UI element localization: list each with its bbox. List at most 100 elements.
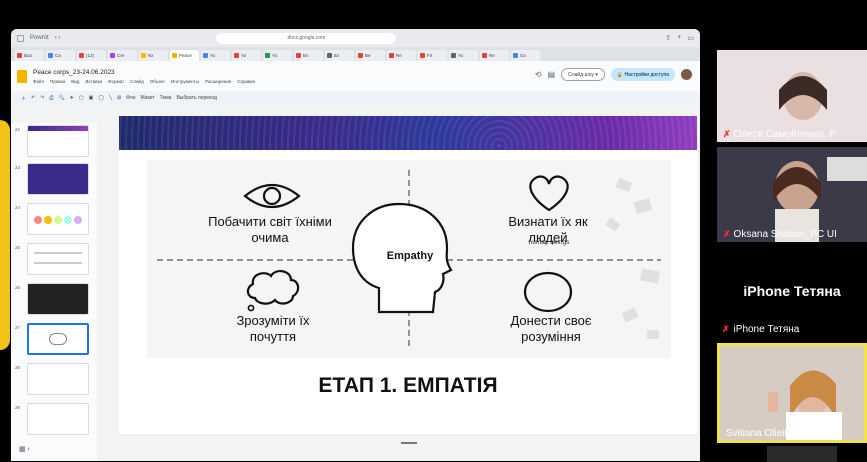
document-title[interactable]: Peace corps_23-24.06.2023 <box>33 69 255 76</box>
browser-tab[interactable]: Be <box>356 50 385 61</box>
browser-tab[interactable]: Ex <box>325 50 354 61</box>
menu-item[interactable]: Вставка <box>85 79 102 84</box>
tab-favicon-icon <box>451 53 456 58</box>
browser-tab[interactable]: Nx <box>139 50 168 61</box>
browser-tab[interactable]: Fir <box>418 50 447 61</box>
menu-item[interactable]: Файл <box>33 79 44 84</box>
tab-label: En <box>303 53 309 58</box>
share-label: Настройки доступа <box>624 71 669 78</box>
participant-tile-4-active-speaker[interactable]: Svitiana Olieinikova <box>717 343 867 443</box>
participant-video <box>720 346 864 440</box>
toolbar-transition[interactable]: Выбрать переход <box>176 95 217 101</box>
browser-tab[interactable]: Yo <box>263 50 292 61</box>
menu-item[interactable]: Объект <box>150 79 165 84</box>
slides-header: Peace corps_23-24.06.2023 Файл Правка Вид В… <box>11 61 700 91</box>
tab-favicon-icon <box>482 53 487 58</box>
menu-item[interactable]: Слайд <box>130 79 144 84</box>
zoom-icon[interactable]: 🔍 <box>58 95 64 101</box>
thumb-number: 25 <box>15 245 21 250</box>
participant-name: Svitiana Olieinikova <box>726 428 813 439</box>
side-decoration <box>0 120 10 350</box>
account-avatar[interactable] <box>681 69 692 80</box>
tab-label: Yo <box>272 53 278 58</box>
grid-view-icon[interactable]: ▦ ‹ <box>19 445 30 453</box>
tab-label: Cre <box>117 53 125 58</box>
sidebar-toggle-icon[interactable] <box>17 34 24 42</box>
address-bar[interactable]: docs.google.com <box>216 32 397 44</box>
tab-favicon-icon <box>110 53 115 58</box>
shape-icon[interactable]: ◯ <box>98 95 104 101</box>
toolbar-layout[interactable]: Макет <box>141 95 155 101</box>
thumb-29[interactable]: 29 <box>15 403 95 437</box>
tab-label: Nx <box>148 53 154 58</box>
browser-tab[interactable]: Boo <box>15 50 44 61</box>
browser-tab[interactable]: Cre <box>108 50 137 61</box>
mic-off-icon: ✗ <box>723 129 731 139</box>
add-slide-icon[interactable]: ＋ <box>21 95 26 102</box>
thumb-27[interactable]: 27 <box>15 323 95 357</box>
participant-tile-1[interactable]: ✗ Олеся Самойленко, Р <box>717 50 867 142</box>
image-icon[interactable]: ▣ <box>89 95 94 101</box>
back-tab-label[interactable]: Powrót <box>30 35 49 41</box>
browser-tab[interactable]: (12) <box>77 50 106 61</box>
quadrant-recognize-overlay: human beings <box>528 239 570 246</box>
slides-logo-icon[interactable] <box>17 69 27 83</box>
nav-arrows-icon[interactable]: ‹ › <box>55 35 61 41</box>
tab-favicon-icon <box>420 53 425 58</box>
browser-tab[interactable]: Re <box>387 50 416 61</box>
toolbar-theme[interactable]: Тема <box>160 95 172 101</box>
slideshow-button[interactable]: Слайд-шоу ▾ <box>561 68 605 81</box>
cursor-icon[interactable]: ➤ <box>70 95 74 101</box>
menu-item[interactable]: Расширения <box>205 79 231 84</box>
browser-tab[interactable]: Yo <box>449 50 478 61</box>
browser-tab[interactable]: Yo <box>201 50 230 61</box>
undo-icon[interactable]: ↶ <box>31 95 35 101</box>
thumb-26[interactable]: 26 <box>15 283 95 317</box>
slide-canvas[interactable]: Empathy Побачити світ їхніми очима Визна… <box>119 116 697 444</box>
mic-off-icon: ✗ <box>722 324 730 334</box>
heart-icon <box>529 175 569 212</box>
thumb-22[interactable]: 22 <box>15 125 95 159</box>
tab-favicon-icon <box>172 53 177 58</box>
new-tab-icon[interactable]: + <box>677 34 681 42</box>
menu-item[interactable]: Справка <box>237 79 255 84</box>
participant-name-text: Oksana Shabas_PC UI <box>733 229 837 240</box>
comments-icon[interactable]: ▤ <box>548 70 556 79</box>
menu-item[interactable]: Формат <box>108 79 124 84</box>
notes-resize-handle[interactable] <box>401 442 417 444</box>
browser-tab[interactable]: Peace <box>170 50 199 61</box>
line-icon[interactable]: ╲ <box>109 95 112 101</box>
share-button[interactable]: 🔒 Настройки доступа <box>610 68 675 81</box>
participant-3-name[interactable]: ✗ iPhone Тетяна <box>722 324 799 335</box>
menu-item[interactable]: Вид <box>71 79 79 84</box>
participant-tile-2[interactable]: ✗ Oksana Shabas_PC UI <box>717 147 867 242</box>
browser-tab[interactable]: Go <box>511 50 540 61</box>
share-icon[interactable]: ⇧ <box>665 34 671 42</box>
print-icon[interactable]: ⎙ <box>49 95 53 101</box>
thumb-28[interactable]: 28 <box>15 363 95 397</box>
thumb-25[interactable]: 25 <box>15 243 95 277</box>
browser-titlebar: Powrót ‹ › docs.google.com ⇧ + ▭ <box>11 29 700 47</box>
browser-tab[interactable]: Yo <box>232 50 261 61</box>
thumb-number: 27 <box>15 325 21 330</box>
thumb-number: 24 <box>15 205 21 210</box>
toolbar-background[interactable]: Фон <box>126 95 135 101</box>
decorative-pattern <box>605 177 660 339</box>
menu-item[interactable]: Инструменты <box>171 79 199 84</box>
browser-tab[interactable]: Ca <box>46 50 75 61</box>
redo-icon[interactable]: ↷ <box>40 95 44 101</box>
browser-tab[interactable]: En <box>294 50 323 61</box>
comment-add-icon[interactable]: ⊞ <box>117 95 121 101</box>
tab-favicon-icon <box>141 53 146 58</box>
history-icon[interactable]: ⟲ <box>535 70 542 79</box>
browser-tab-strip: Boo Ca (12) Cre Nx Peace Yo Yo Yo En Ex Be Re Fir Yo Re… <box>11 47 700 61</box>
thumb-23[interactable]: 23 <box>15 163 95 197</box>
call-controls-bar[interactable] <box>767 446 837 462</box>
thumb-24[interactable]: 24 <box>15 203 95 237</box>
tabs-overview-icon[interactable]: ▭ <box>687 34 694 42</box>
browser-tab[interactable]: Re <box>480 50 509 61</box>
thumb-number: 28 <box>15 365 21 370</box>
menu-item[interactable]: Правка <box>50 79 65 84</box>
tab-label: Fir <box>427 53 433 58</box>
textbox-icon[interactable]: ▢ <box>79 95 84 101</box>
